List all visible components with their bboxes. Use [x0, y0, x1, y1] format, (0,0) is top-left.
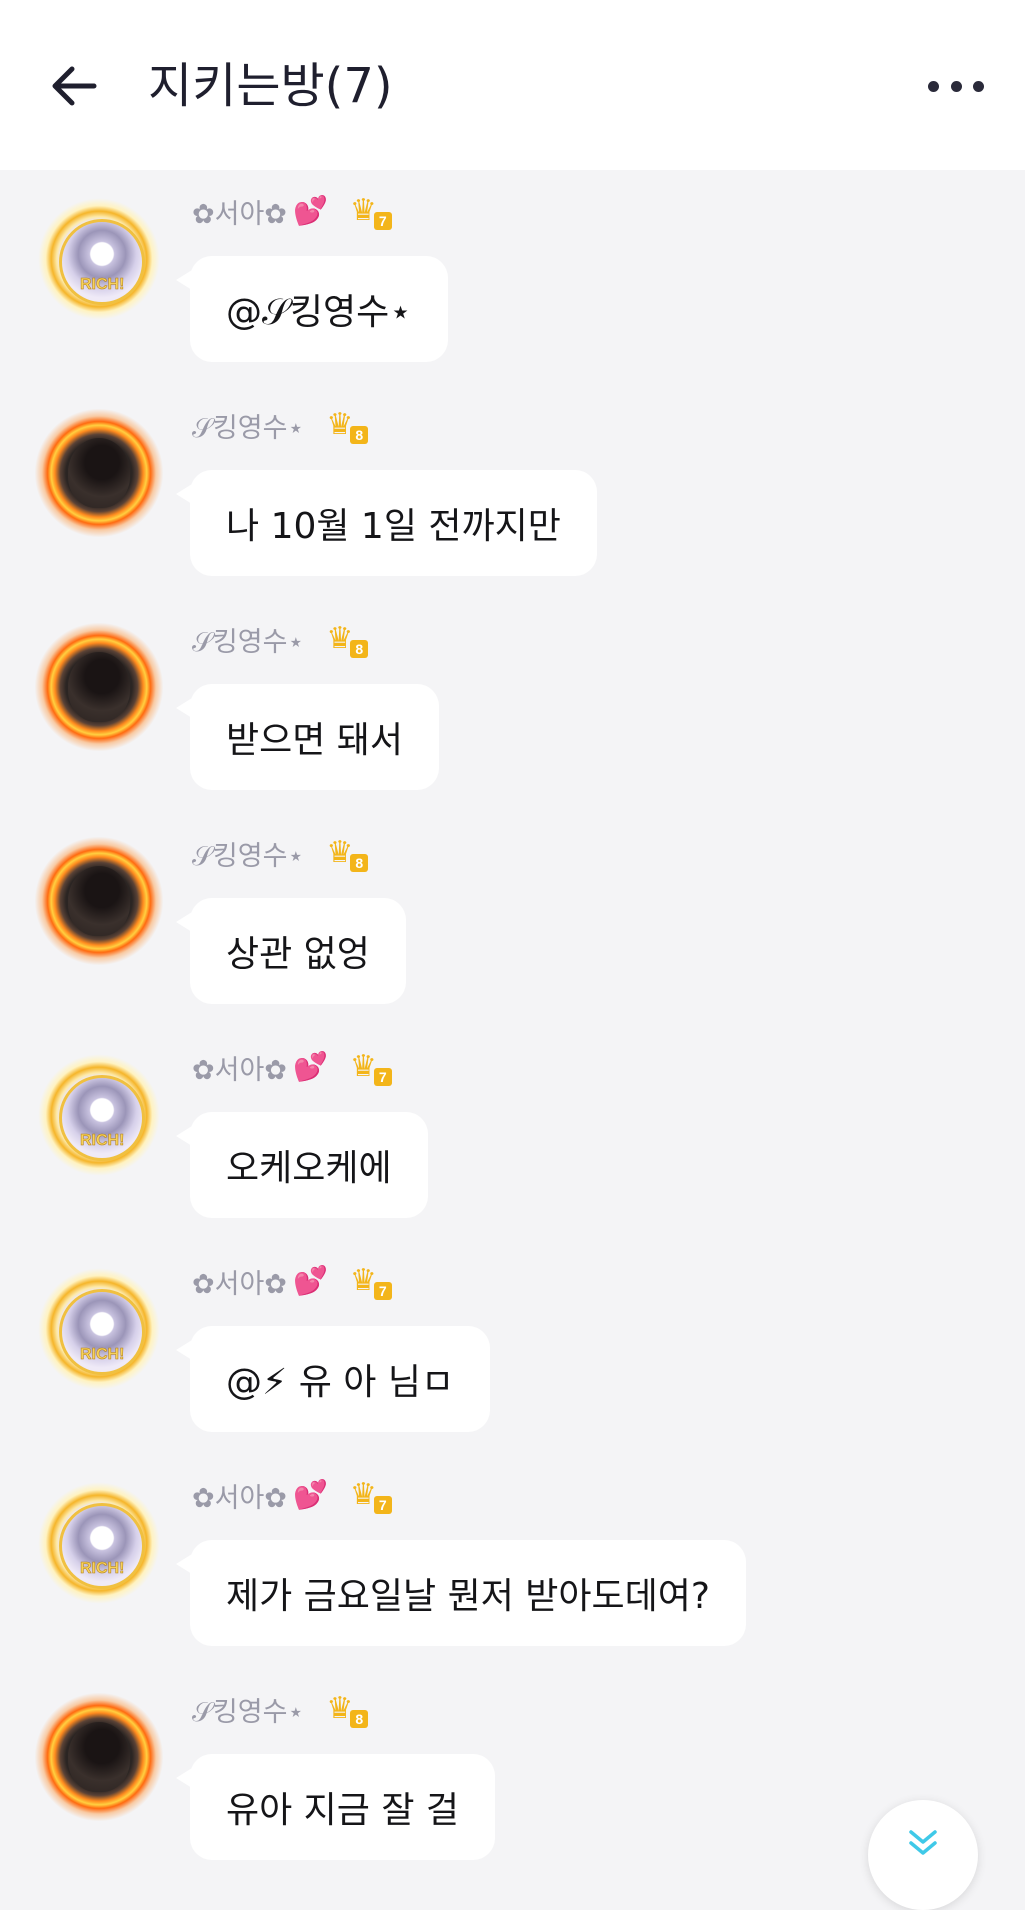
sender-name: 𝒮킹영수⋆ — [192, 840, 305, 872]
message-item: ✿서아✿ 💕 ♛ 7 @⚡ 유 아 님ㅁ — [0, 1250, 1025, 1464]
crown-icon: ♛ — [349, 1263, 377, 1298]
level-badge: ♛ 7 — [349, 1049, 392, 1086]
level-number: 8 — [350, 854, 369, 872]
avatar[interactable] — [34, 1478, 164, 1608]
message-bubble[interactable]: @⚡ 유 아 님ㅁ — [175, 1326, 491, 1432]
level-badge: ♛ 7 — [349, 193, 392, 230]
message-bubble[interactable]: 제가 금요일날 뭔저 받아도데여? — [176, 1540, 746, 1646]
crown-icon: ♛ — [349, 1049, 377, 1084]
back-button[interactable] — [46, 58, 102, 114]
message-item: 𝒮킹영수⋆ ♛ 8 나 10월 1일 전까지만 — [0, 394, 1025, 608]
heart-icon: 💕 — [292, 1050, 328, 1083]
message-bubble[interactable]: 받으면 돼서 — [175, 684, 440, 790]
more-options-button[interactable] — [928, 72, 984, 100]
level-badge: ♛ 7 — [349, 1477, 392, 1514]
message-item: 𝒮킹영수⋆ ♛ 8 상관 없엉 — [0, 822, 1025, 1036]
level-number: 8 — [350, 426, 369, 444]
level-number: 7 — [373, 1282, 392, 1300]
message-item: 𝒮킹영수⋆ ♛ 8 받으면 돼서 — [0, 608, 1025, 822]
avatar[interactable] — [34, 194, 164, 324]
chat-room-title: 지키는방(7) — [148, 58, 393, 114]
level-number: 8 — [350, 640, 369, 658]
avatar[interactable] — [34, 1264, 164, 1394]
double-chevron-down-icon — [909, 1830, 937, 1855]
avatar[interactable] — [34, 622, 164, 752]
level-badge: ♛ 8 — [326, 1691, 369, 1728]
avatar[interactable] — [34, 408, 164, 538]
crown-icon: ♛ — [326, 1691, 354, 1726]
sender-name: ✿서아✿ — [192, 1268, 287, 1300]
sender-name: ✿서아✿ — [192, 198, 287, 230]
more-horizontal-icon — [928, 80, 939, 92]
message-bubble[interactable]: 유아 지금 잘 걸 — [175, 1754, 496, 1860]
heart-icon: 💕 — [292, 1478, 328, 1511]
crown-icon: ♛ — [326, 835, 354, 870]
level-number: 7 — [373, 212, 392, 230]
crown-icon: ♛ — [349, 193, 377, 228]
sender-name: ✿서아✿ — [192, 1054, 287, 1086]
level-badge: ♛ 8 — [326, 407, 369, 444]
message-bubble[interactable]: 상관 없엉 — [176, 898, 406, 1004]
message-item: ✿서아✿ 💕 ♛ 7 제가 금요일날 뭔저 받아도데여? — [0, 1464, 1025, 1678]
message-item: ✿서아✿ 💕 ♛ 7 오케오케에 — [0, 1036, 1025, 1250]
sender-name: 𝒮킹영수⋆ — [192, 1696, 305, 1728]
sender-name: ✿서아✿ — [192, 1482, 287, 1514]
message-list[interactable]: ✿서아✿ 💕 ♛ 7 @𝒮킹영수⋆ 𝒮킹영수⋆ ♛ 8 나 10월 1일 전까지… — [0, 170, 1025, 1860]
chat-header: 지키는방(7) — [0, 0, 1025, 170]
message-item: ✿서아✿ 💕 ♛ 7 @𝒮킹영수⋆ — [0, 180, 1025, 394]
crown-icon: ♛ — [326, 621, 354, 656]
sender-name: 𝒮킹영수⋆ — [192, 626, 305, 658]
level-number: 7 — [373, 1068, 392, 1086]
avatar[interactable] — [34, 1050, 164, 1180]
heart-icon: 💕 — [292, 1264, 328, 1297]
message-bubble[interactable]: 나 10월 1일 전까지만 — [176, 470, 597, 576]
message-bubble[interactable]: 오케오케에 — [176, 1112, 428, 1218]
arrow-left-icon — [52, 66, 97, 106]
level-number: 7 — [373, 1496, 392, 1514]
level-badge: ♛ 8 — [326, 621, 369, 658]
level-badge: ♛ 8 — [326, 835, 369, 872]
scroll-to-bottom-button[interactable] — [868, 1800, 978, 1910]
avatar[interactable] — [34, 1692, 164, 1822]
sender-name: 𝒮킹영수⋆ — [192, 412, 305, 444]
level-number: 8 — [350, 1710, 369, 1728]
avatar[interactable] — [34, 836, 164, 966]
message-bubble[interactable]: @𝒮킹영수⋆ — [176, 256, 448, 362]
level-badge: ♛ 7 — [349, 1263, 392, 1300]
crown-icon: ♛ — [326, 407, 354, 442]
heart-icon: 💕 — [292, 194, 328, 227]
crown-icon: ♛ — [349, 1477, 377, 1512]
